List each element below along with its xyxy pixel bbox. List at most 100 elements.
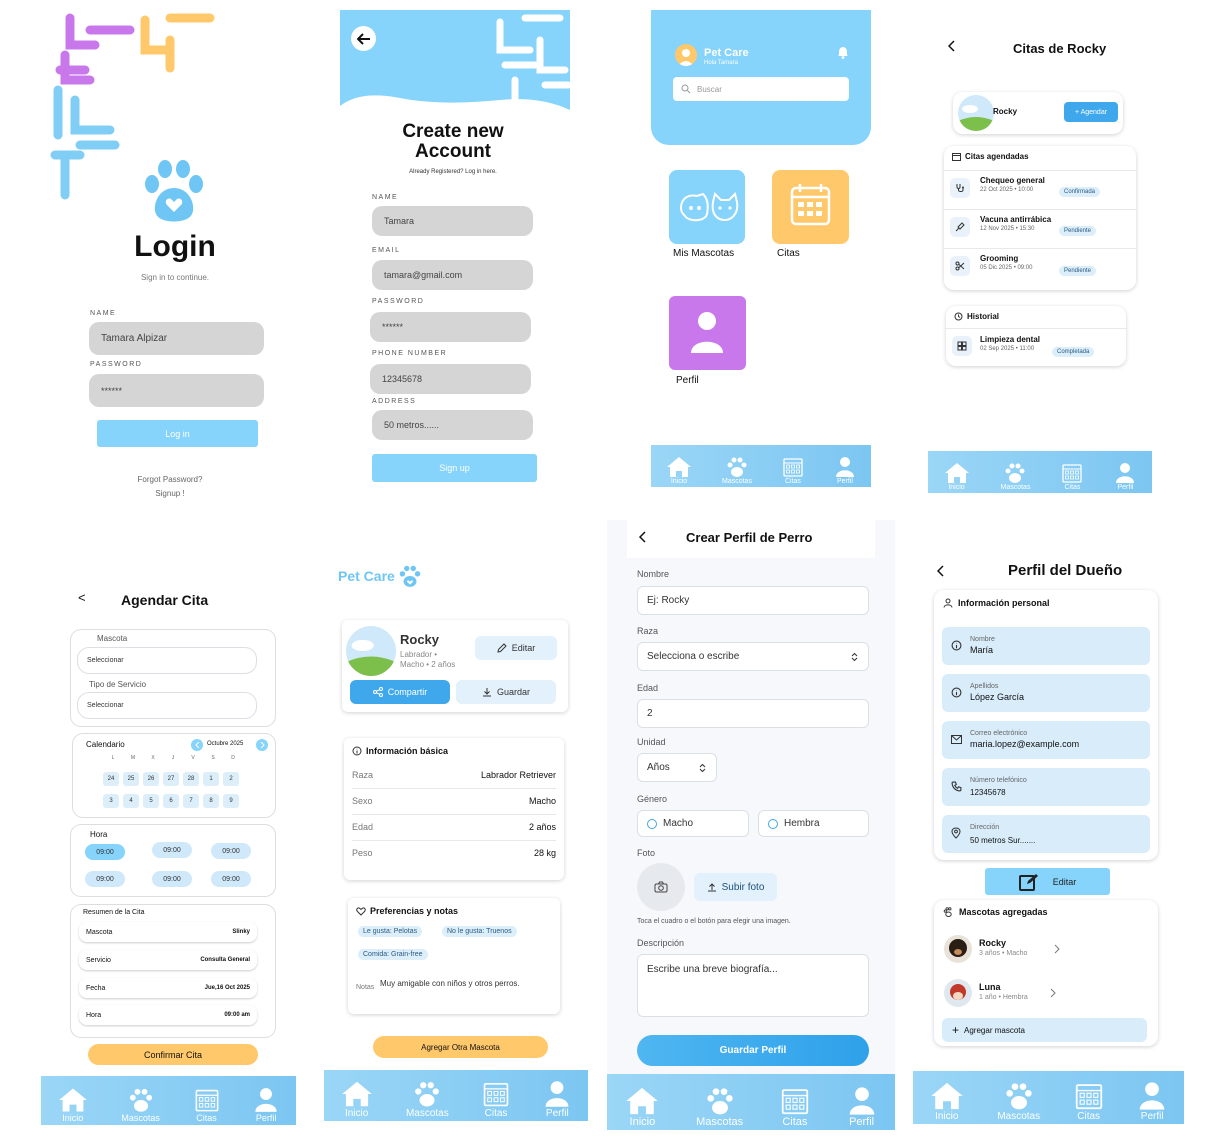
- servicio-select[interactable]: Seleccionar: [77, 692, 257, 719]
- hembra-radio[interactable]: Hembra: [758, 810, 869, 837]
- edit-button[interactable]: Editar: [985, 868, 1110, 895]
- time-slot[interactable]: 09:00: [211, 871, 251, 887]
- day-cell[interactable]: 5: [143, 794, 159, 808]
- tile-perfil[interactable]: [669, 296, 746, 370]
- nav-mascotas[interactable]: Mascotas: [696, 1086, 743, 1130]
- nav-mascotas[interactable]: Mascotas: [121, 1087, 160, 1125]
- back-button[interactable]: [947, 40, 956, 55]
- day-cell[interactable]: 7: [183, 794, 199, 808]
- nav-citas[interactable]: Citas: [780, 1086, 810, 1130]
- time-slot[interactable]: 09:00: [85, 871, 125, 887]
- reg-phone-input[interactable]: 12345678: [370, 364, 531, 394]
- unidad-select[interactable]: Años: [637, 753, 717, 782]
- back-button[interactable]: [936, 564, 945, 582]
- macho-radio[interactable]: Macho: [637, 810, 749, 837]
- field-telefono[interactable]: Número telefónico 12345678: [942, 768, 1150, 806]
- field-nombre[interactable]: Nombre María: [942, 627, 1150, 665]
- nav-citas[interactable]: Citas: [482, 1080, 510, 1121]
- field-apellidos[interactable]: Apellidos López García: [942, 674, 1150, 712]
- share-button[interactable]: Compartir: [350, 680, 450, 704]
- nav-perfil[interactable]: Perfil: [847, 1086, 877, 1130]
- day-cell[interactable]: 2: [223, 772, 239, 786]
- nav-mascotas[interactable]: Mascotas: [406, 1080, 449, 1121]
- pet-list-item[interactable]: Luna 1 año • Hembra: [942, 976, 1150, 1012]
- time-slot[interactable]: 09:00: [152, 871, 192, 887]
- nav-citas[interactable]: Citas: [1061, 462, 1083, 493]
- nav-citas[interactable]: Citas: [782, 456, 804, 487]
- nav-mascotas[interactable]: Mascotas: [1001, 462, 1030, 493]
- nav-perfil[interactable]: Perfil: [253, 1087, 279, 1125]
- back-button[interactable]: [638, 530, 647, 548]
- day-cell[interactable]: 3: [103, 794, 119, 808]
- day-cell[interactable]: 28: [183, 772, 199, 786]
- reg-email-input[interactable]: tamara@gmail.com: [372, 260, 533, 290]
- nav-mascotas[interactable]: Mascotas: [997, 1081, 1040, 1124]
- reg-address-input[interactable]: 50 metros......: [372, 410, 533, 440]
- next-month-button[interactable]: [256, 739, 268, 751]
- reg-password-input[interactable]: ******: [370, 312, 531, 342]
- login-button[interactable]: Log in: [97, 420, 258, 447]
- day-cell[interactable]: 26: [143, 772, 159, 786]
- day-cell[interactable]: 1: [203, 772, 219, 786]
- name-input[interactable]: Tamara Alpizar: [89, 322, 264, 355]
- day-cell[interactable]: 25: [123, 772, 139, 786]
- back-button[interactable]: <: [78, 590, 86, 605]
- nav-perfil[interactable]: Perfil: [1137, 1081, 1167, 1124]
- cita-row[interactable]: Chequeo general 22 Oct 2025 • 10:00 Conf…: [950, 174, 1132, 208]
- nav-citas[interactable]: Citas: [1074, 1081, 1104, 1124]
- cita-row[interactable]: Grooming 05 Dic 2025 • 09:00 Pendiente: [950, 252, 1132, 286]
- photo-picker[interactable]: [637, 863, 685, 911]
- field-direccion[interactable]: Dirección 50 metros Sur.......: [942, 815, 1150, 853]
- save-button[interactable]: Guardar: [456, 680, 556, 704]
- field-correo[interactable]: Correo electrónico maria.lopez@example.c…: [942, 721, 1150, 759]
- password-input[interactable]: ******: [89, 374, 264, 407]
- historial-row[interactable]: Limpieza dental 02 Sep 2025 • 11:00 Comp…: [952, 332, 1122, 362]
- signup-link[interactable]: Signup !: [50, 489, 290, 498]
- descripcion-textarea[interactable]: Escribe una breve biografía...: [637, 954, 869, 1017]
- pet-list-item[interactable]: Rocky 3 años • Macho: [942, 932, 1150, 968]
- nav-perfil[interactable]: Perfil: [543, 1080, 571, 1121]
- raza-select[interactable]: Selecciona o escribe: [637, 642, 869, 671]
- forgot-password-link[interactable]: Forgot Password?: [50, 475, 290, 484]
- time-slot[interactable]: 09:00: [152, 842, 192, 858]
- edad-input[interactable]: 2: [637, 699, 869, 728]
- nombre-input[interactable]: Ej: Rocky: [637, 586, 869, 615]
- nav-inicio[interactable]: Inicio: [930, 1081, 964, 1124]
- nav-inicio[interactable]: Inicio: [944, 462, 970, 493]
- add-pet-button[interactable]: + Agregar mascota: [942, 1018, 1147, 1042]
- time-slot[interactable]: 09:00: [211, 843, 251, 859]
- calendar-card: Calendario Octubre 2025 L M X J V S D 24…: [73, 734, 275, 817]
- nav-inicio[interactable]: Inicio: [58, 1087, 88, 1125]
- add-pet-button[interactable]: Agregar Otra Mascota: [373, 1036, 548, 1058]
- time-slot[interactable]: 09:00: [85, 844, 125, 860]
- nav-inicio[interactable]: Inicio: [666, 456, 692, 487]
- nav-citas[interactable]: Citas: [194, 1087, 220, 1125]
- day-cell[interactable]: 24: [103, 772, 119, 786]
- day-cell[interactable]: 4: [123, 794, 139, 808]
- nav-perfil[interactable]: Perfil: [834, 456, 856, 487]
- signup-button[interactable]: Sign up: [372, 454, 537, 482]
- mascota-select[interactable]: Seleccionar: [77, 647, 257, 674]
- edit-button[interactable]: Editar: [475, 636, 557, 660]
- day-cell[interactable]: 8: [203, 794, 219, 808]
- nav-perfil[interactable]: Perfil: [1114, 462, 1136, 493]
- day-cell[interactable]: 9: [223, 794, 239, 808]
- nav-mascotas[interactable]: Mascotas: [722, 456, 752, 487]
- upload-photo-button[interactable]: Subir foto: [694, 873, 777, 901]
- day-cell[interactable]: 27: [163, 772, 179, 786]
- search-input[interactable]: Buscar: [673, 77, 849, 101]
- day-cell[interactable]: 6: [163, 794, 179, 808]
- back-button[interactable]: [351, 26, 376, 51]
- tile-mis-mascotas[interactable]: [669, 170, 745, 244]
- reg-name-input[interactable]: Tamara: [372, 206, 533, 236]
- prev-month-button[interactable]: [191, 739, 203, 751]
- guardar-perfil-button[interactable]: Guardar Perfil: [637, 1035, 869, 1066]
- tile-citas[interactable]: [772, 170, 849, 244]
- bell-icon[interactable]: [837, 46, 849, 59]
- nav-perfil-label: Perfil: [255, 1113, 277, 1123]
- cita-row[interactable]: Vacuna antirrábica 12 Nov 2025 • 15:30 P…: [950, 213, 1132, 247]
- agendar-button[interactable]: + Agendar: [1064, 102, 1118, 122]
- confirm-button[interactable]: Confirmar Cita: [88, 1044, 258, 1065]
- nav-inicio[interactable]: Inicio: [625, 1086, 659, 1130]
- nav-inicio[interactable]: Inicio: [341, 1080, 373, 1121]
